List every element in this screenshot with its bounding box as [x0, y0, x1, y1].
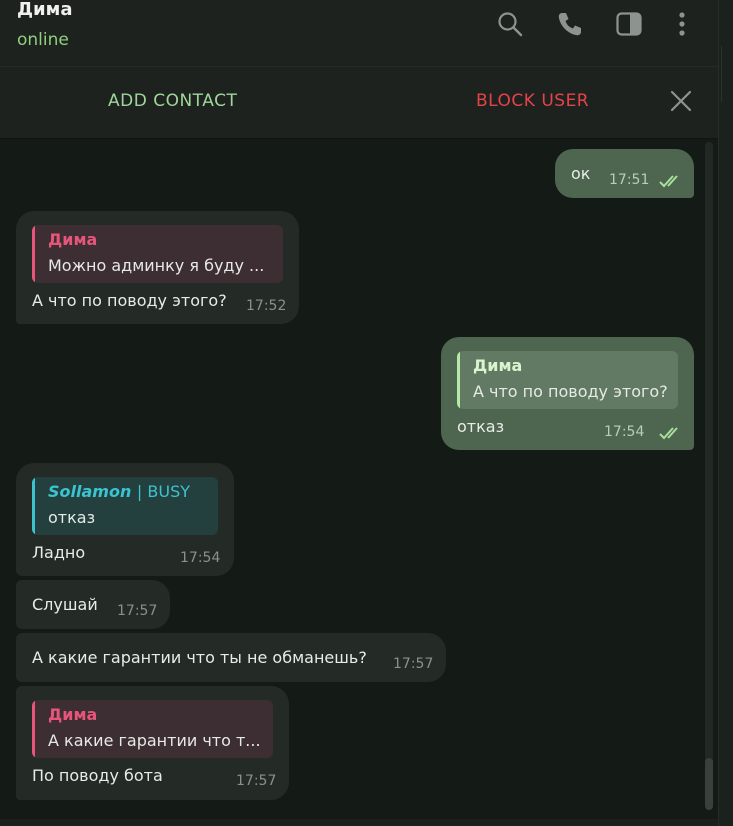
message-bubble-incoming[interactable]: Sollamon | BUSY отказ Ладно 17:54 — [16, 463, 234, 576]
message-time: 17:54 — [180, 550, 221, 566]
chat-title[interactable]: Дима — [17, 0, 73, 20]
panel-divider — [721, 46, 732, 102]
read-receipt-icon — [659, 175, 678, 188]
reply-quote[interactable]: Дима Можно админку я буду ... — [32, 225, 283, 283]
reply-author: Sollamon | BUSY — [48, 482, 190, 501]
message-text: А что по поводу этого? — [32, 291, 227, 310]
read-receipt-icon — [659, 427, 678, 440]
message-time: 17:52 — [246, 298, 287, 314]
message-text: Слушай — [32, 595, 98, 614]
message-bubble-incoming[interactable]: Дима А какие гарантии что т... По поводу… — [16, 686, 289, 800]
message-text: По поводу бота — [32, 766, 163, 785]
reply-quote[interactable]: Sollamon | BUSY отказ — [32, 477, 218, 535]
message-text: Ладно — [32, 543, 86, 562]
chat-header: Дима online — [0, 0, 718, 67]
message-time: 17:57 — [236, 773, 277, 789]
reply-author: Дима — [473, 356, 523, 375]
message-time: 17:57 — [117, 603, 158, 619]
message-time: 17:57 — [393, 656, 434, 672]
reply-accent-bar — [32, 225, 35, 283]
message-time: 17:51 — [609, 172, 650, 188]
contact-action-bar: ADD CONTACT BLOCK USER — [0, 67, 718, 139]
phone-icon[interactable] — [556, 10, 584, 38]
message-bubble-incoming[interactable]: Дима Можно админку я буду ... А что по п… — [16, 211, 299, 324]
reply-accent-bar — [32, 477, 35, 535]
reply-quote[interactable]: Дима А что по поводу этого? — [457, 351, 678, 409]
message-bubble-incoming[interactable]: А какие гарантии что ты не обманешь? 17:… — [16, 633, 446, 682]
message-time: 17:54 — [604, 424, 645, 440]
chat-window: Дима online ADD CONTACT BLOCK USER ок 17… — [0, 0, 718, 826]
message-bubble-outgoing[interactable]: Дима А что по поводу этого? отказ 17:54 — [441, 337, 694, 450]
message-text: отказ — [457, 417, 505, 436]
message-text: А какие гарантии что ты не обманешь? — [32, 648, 367, 667]
chat-scrollbar[interactable] — [705, 142, 713, 810]
message-bubble-incoming[interactable]: Слушай 17:57 — [16, 580, 170, 629]
online-status: online — [17, 30, 69, 50]
reply-text: А какие гарантии что т... — [48, 731, 261, 750]
reply-quote[interactable]: Дима А какие гарантии что т... — [32, 700, 273, 758]
close-icon[interactable] — [669, 89, 693, 113]
more-vertical-icon[interactable] — [668, 10, 696, 38]
reply-text: отказ — [48, 508, 96, 527]
reply-author-badge: | BUSY — [136, 482, 191, 501]
reply-accent-bar — [457, 351, 460, 409]
reply-author: Дима — [48, 230, 98, 249]
reply-text: А что по поводу этого? — [473, 382, 668, 401]
composer-edge — [0, 819, 718, 826]
message-list[interactable]: ок 17:51 Дима Можно админку я буду ... А… — [0, 139, 718, 819]
reply-author: Дима — [48, 705, 98, 724]
reply-author-name: Sollamon — [48, 482, 132, 501]
right-panel-edge — [718, 0, 733, 826]
reply-text: Можно админку я буду ... — [48, 256, 265, 275]
add-contact-button[interactable]: ADD CONTACT — [108, 91, 237, 111]
message-bubble-outgoing[interactable]: ок 17:51 — [555, 149, 694, 198]
search-icon[interactable] — [496, 10, 524, 38]
scrollbar-thumb[interactable] — [705, 758, 713, 810]
sidebar-panel-icon[interactable] — [615, 10, 643, 38]
block-user-button[interactable]: BLOCK USER — [476, 91, 589, 111]
reply-accent-bar — [32, 700, 35, 758]
message-text: ок — [571, 164, 591, 183]
